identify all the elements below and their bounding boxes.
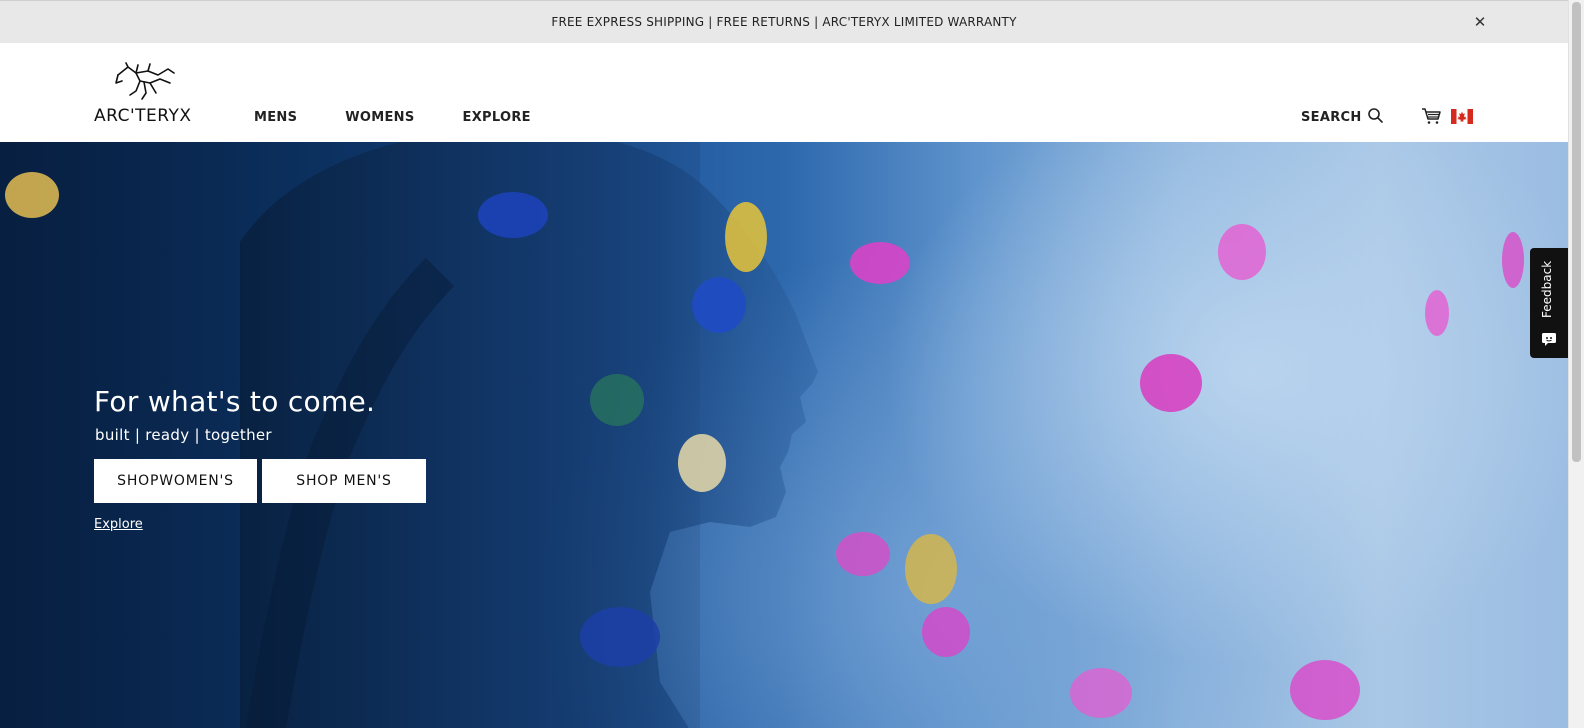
climbing-hold — [836, 532, 890, 576]
promo-text: FREE EXPRESS SHIPPING | FREE RETURNS | A… — [551, 15, 1017, 29]
main-nav: MENS WOMENS EXPLORE — [254, 110, 531, 125]
brand-logo[interactable]: ARC'TERYX — [94, 61, 196, 126]
climbing-hold — [922, 607, 970, 657]
hero-title: For what's to come. — [94, 385, 376, 418]
climbing-hold — [905, 534, 957, 604]
close-icon[interactable]: ✕ — [1472, 14, 1488, 30]
explore-link[interactable]: Explore — [94, 517, 143, 532]
cart-button[interactable] — [1421, 107, 1442, 130]
nav-item-explore[interactable]: EXPLORE — [463, 110, 531, 125]
climbing-hold — [678, 434, 726, 492]
climbing-hold — [692, 277, 746, 333]
chat-icon — [1542, 333, 1556, 346]
hero-subtitle: built | ready | together — [95, 426, 272, 444]
climbing-hold — [1502, 232, 1524, 288]
climbing-hold — [850, 242, 910, 284]
climbing-hold — [5, 172, 59, 218]
climbing-hold — [478, 192, 548, 238]
nav-item-womens[interactable]: WOMENS — [345, 110, 414, 125]
shop-mens-button[interactable]: SHOP MEN'S — [262, 459, 426, 503]
page-scrollbar[interactable] — [1568, 0, 1584, 728]
archaeopteryx-logo-icon — [115, 62, 175, 100]
feedback-tab[interactable]: Feedback — [1530, 248, 1568, 358]
nav-item-mens[interactable]: MENS — [254, 110, 297, 125]
search-icon — [1367, 108, 1383, 123]
shop-womens-button[interactable]: SHOPWOMEN'S — [94, 459, 257, 503]
cart-icon — [1422, 108, 1441, 124]
climbing-hold — [1218, 224, 1266, 280]
site-header: ARC'TERYX MENS WOMENS EXPLORE SEARCH — [0, 43, 1568, 142]
promo-bar: FREE EXPRESS SHIPPING | FREE RETURNS | A… — [0, 0, 1568, 43]
climbing-hold — [1140, 354, 1202, 412]
scrollbar-thumb[interactable] — [1572, 2, 1581, 462]
climbing-hold — [590, 374, 644, 426]
feedback-label: Feedback — [1540, 260, 1554, 318]
climbing-hold — [580, 607, 660, 667]
search-button[interactable]: SEARCH — [1301, 108, 1383, 125]
search-label: SEARCH — [1301, 110, 1362, 125]
hero-banner: For what's to come. built | ready | toge… — [0, 142, 1568, 728]
climbing-hold — [725, 202, 767, 272]
climbing-hold — [1290, 660, 1360, 720]
climbing-hold — [1070, 668, 1132, 718]
climbing-hold — [1425, 290, 1449, 336]
canada-flag-icon[interactable] — [1451, 109, 1473, 124]
logo-wordmark: ARC'TERYX — [94, 106, 192, 126]
